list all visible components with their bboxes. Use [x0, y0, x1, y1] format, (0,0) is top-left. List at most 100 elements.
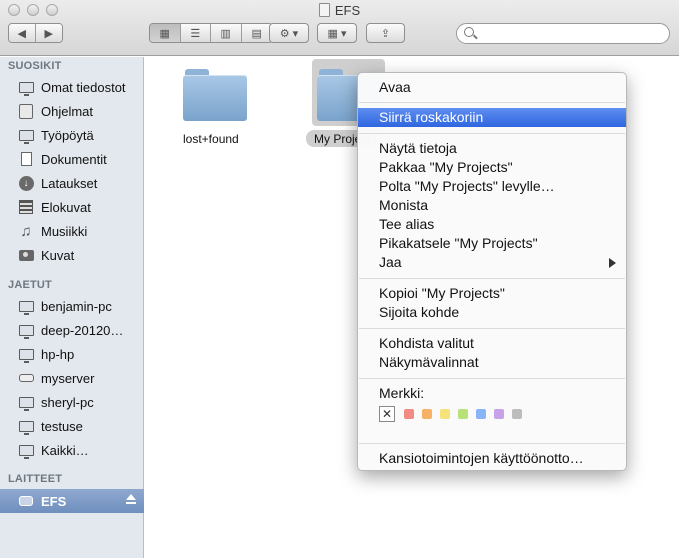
menu-item-quick-look[interactable]: Pikakatsele "My Projects": [358, 234, 626, 253]
sidebar-header-shared: JAETUT: [8, 279, 52, 291]
label-purple-button[interactable]: [494, 409, 504, 419]
sidebar-item-hp-hp[interactable]: hp-hp: [0, 343, 144, 365]
sidebar-item-label: Kuvat: [41, 247, 75, 263]
gear-icon: ⚙: [279, 27, 290, 40]
label-green-button[interactable]: [458, 409, 468, 419]
label-gray-button[interactable]: [512, 409, 522, 419]
window-title-area: EFS: [0, 3, 679, 18]
menu-item-view-options[interactable]: Näkymävalinnat: [358, 353, 626, 372]
sidebar-item-movies[interactable]: Elokuvat: [0, 196, 144, 218]
menu-item-copy[interactable]: Kopioi "My Projects": [358, 284, 626, 303]
documents-icon: [18, 151, 34, 167]
list-view-button[interactable]: ☰: [180, 24, 211, 42]
menu-item-clean-up[interactable]: Kohdista valitut: [358, 334, 626, 353]
column-view-button[interactable]: ▥: [211, 24, 242, 42]
action-menu-button[interactable]: ⚙ ▾: [269, 23, 309, 43]
submenu-arrow-icon: [609, 258, 616, 268]
sidebar-item-label: Musiikki: [41, 223, 88, 239]
search-icon: [464, 27, 474, 37]
globe-icon: [18, 442, 34, 459]
sidebar-header-devices: LAITTEET: [8, 473, 63, 485]
sidebar: SUOSIKIT Omat tiedostot Ohjelmat Työpöyt…: [0, 57, 144, 558]
menu-item-get-info[interactable]: Näytä tietoja: [358, 139, 626, 158]
menu-separator: [359, 328, 625, 329]
monitor-icon: [18, 418, 34, 435]
menu-item-open[interactable]: Avaa: [358, 78, 626, 97]
sidebar-item-pictures[interactable]: Kuvat: [0, 244, 144, 266]
icon-view-button[interactable]: ▦: [150, 24, 181, 42]
eject-icon[interactable]: [126, 494, 136, 504]
menu-label-header: Merkki:: [379, 385, 425, 401]
sidebar-item-sheryl-pc[interactable]: sheryl-pc: [0, 391, 144, 413]
menu-item-make-alias[interactable]: Tee alias: [358, 215, 626, 234]
sidebar-item-benjamin-pc[interactable]: benjamin-pc: [0, 295, 144, 317]
music-icon: ♫: [20, 222, 32, 240]
disk-icon: [318, 3, 330, 17]
menu-item-move-to-trash[interactable]: Siirrä roskakoriin: [358, 108, 626, 127]
menu-item-compress[interactable]: Pakkaa "My Projects": [358, 158, 626, 177]
chevron-down-icon: ▾: [340, 27, 347, 40]
sidebar-item-label: sheryl-pc: [41, 394, 94, 410]
menu-item-burn[interactable]: Polta "My Projects" levylle…: [358, 177, 626, 196]
monitor-icon: [18, 298, 34, 315]
sidebar-item-desktop[interactable]: Työpöytä: [0, 124, 144, 146]
window-title: EFS: [334, 3, 361, 18]
downloads-icon: ↓: [18, 175, 34, 191]
server-icon: [18, 370, 34, 386]
monitor-icon: [18, 79, 34, 96]
sidebar-item-label: Elokuvat: [41, 199, 91, 215]
monitor-icon: [18, 346, 34, 363]
context-menu: Avaa Siirrä roskakoriin Näytä tietoja Pa…: [357, 72, 627, 471]
sidebar-item-testuse[interactable]: testuse: [0, 415, 144, 437]
sidebar-item-label: Työpöytä: [41, 127, 94, 143]
sidebar-item-label: Kaikki…: [41, 442, 89, 458]
column-view-icon: ▥: [220, 27, 231, 40]
back-icon: ◀: [17, 27, 26, 40]
label-orange-button[interactable]: [422, 409, 432, 419]
forward-icon: ▶: [44, 27, 53, 40]
sidebar-item-documents[interactable]: Dokumentit: [0, 148, 144, 170]
coverflow-view-button[interactable]: ▤: [241, 24, 272, 42]
share-button[interactable]: ⇪: [366, 23, 405, 43]
menu-separator: [359, 378, 625, 379]
menu-item-share[interactable]: Jaa: [358, 253, 626, 272]
forward-button[interactable]: ▶: [35, 24, 62, 42]
sidebar-item-music[interactable]: ♫ Musiikki: [0, 220, 144, 242]
list-view-icon: ☰: [190, 27, 201, 40]
monitor-icon: [18, 394, 34, 411]
monitor-icon: [18, 322, 34, 339]
back-button[interactable]: ◀: [9, 24, 36, 42]
label-blue-button[interactable]: [476, 409, 486, 419]
sidebar-item-label: Dokumentit: [41, 151, 107, 167]
sidebar-item-label: Lataukset: [41, 175, 98, 191]
folder-label-lost-found: lost+found: [183, 132, 239, 146]
menu-item-paste[interactable]: Sijoita kohde: [358, 303, 626, 322]
folder-lost-found[interactable]: [183, 69, 247, 121]
applications-icon: [18, 103, 34, 119]
icon-view-icon: ▦: [159, 27, 170, 40]
sidebar-item-downloads[interactable]: ↓ Lataukset: [0, 172, 144, 194]
search-input[interactable]: [479, 25, 664, 42]
sidebar-item-myserver[interactable]: myserver: [0, 367, 144, 389]
label-yellow-button[interactable]: [440, 409, 450, 419]
label-red-button[interactable]: [404, 409, 414, 419]
arrange-menu-button[interactable]: ▦ ▾: [317, 23, 357, 43]
sidebar-item-label: benjamin-pc: [41, 298, 112, 314]
label-none-button[interactable]: ✕: [379, 406, 395, 422]
sidebar-item-efs[interactable]: EFS: [0, 489, 144, 513]
menu-item-services[interactable]: Kansiotoimintojen käyttöönotto…: [358, 449, 626, 468]
menu-item-duplicate[interactable]: Monista: [358, 196, 626, 215]
sidebar-item-label: hp-hp: [41, 346, 75, 362]
sidebar-item-label: Omat tiedostot: [41, 79, 126, 95]
sidebar-item-deep[interactable]: deep-20120…: [0, 319, 144, 341]
sidebar-item-all[interactable]: Kaikki…: [0, 439, 144, 461]
movies-icon: [18, 199, 34, 215]
sidebar-item-home[interactable]: Omat tiedostot: [0, 76, 144, 98]
sidebar-item-label: EFS: [41, 493, 67, 509]
menu-separator: [359, 443, 625, 444]
coverflow-view-icon: ▤: [251, 27, 262, 40]
search-field[interactable]: [456, 23, 670, 44]
desktop-icon: [18, 127, 34, 144]
sidebar-item-applications[interactable]: Ohjelmat: [0, 100, 144, 122]
back-forward-control: ◀ ▶: [8, 23, 63, 43]
